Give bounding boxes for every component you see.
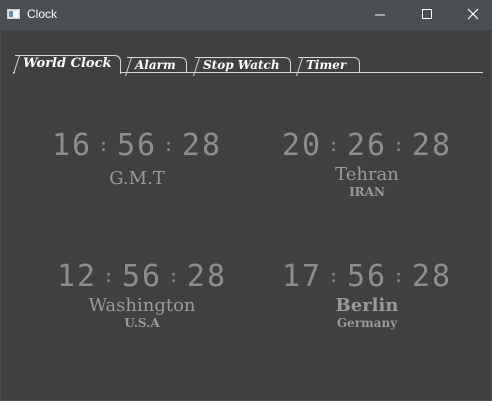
time-separator: :: [163, 135, 176, 156]
minutes: 26: [346, 128, 388, 163]
country-label: IRAN: [349, 185, 385, 199]
clock-window: Clock World Clock Alarm Stop Watch Timer: [0, 0, 492, 401]
tab-world-clock-label: World Clock: [23, 56, 112, 71]
seconds: 28: [411, 259, 453, 294]
time-separator: :: [98, 135, 111, 156]
country-label: Germany: [336, 316, 398, 330]
clock-gmt: 16:56:28 G.M.T: [37, 128, 237, 189]
close-button[interactable]: [449, 0, 492, 30]
clock-tehran: 20:26:28 Tehran IRAN: [267, 128, 467, 199]
city-label: G.M.T: [109, 168, 165, 189]
time-separator: :: [168, 266, 181, 287]
time-separator: :: [393, 135, 406, 156]
hours: 16: [51, 128, 93, 163]
maximize-icon: [422, 9, 432, 19]
close-icon: [467, 8, 479, 20]
clock-time: 12:56:28: [42, 259, 242, 294]
hours: 20: [281, 128, 323, 163]
minutes: 56: [121, 259, 163, 294]
seconds: 28: [181, 128, 223, 163]
time-separator: :: [103, 266, 116, 287]
tab-alarm-label: Alarm: [135, 58, 176, 72]
time-separator: :: [328, 135, 341, 156]
tab-timer-label: Timer: [306, 58, 347, 72]
clock-time: 17:56:28: [267, 259, 467, 294]
clock-washington: 12:56:28 Washington U.S.A: [42, 259, 242, 330]
tab-stop-watch-label: Stop Watch: [203, 58, 280, 72]
city-label: Tehran: [335, 164, 399, 185]
seconds: 28: [411, 128, 453, 163]
clock-time: 16:56:28: [37, 128, 237, 163]
country-label: U.S.A: [124, 316, 160, 330]
clock-time: 20:26:28: [267, 128, 467, 163]
tab-alarm[interactable]: Alarm: [127, 57, 187, 73]
title-bar[interactable]: Clock: [1, 0, 491, 30]
city-label: Berlin: [335, 295, 399, 316]
clock-berlin: 17:56:28 Berlin Germany: [267, 259, 467, 330]
maximize-button[interactable]: [403, 0, 449, 30]
seconds: 28: [186, 259, 228, 294]
time-separator: :: [393, 266, 406, 287]
hours: 17: [281, 259, 323, 294]
city-label: Washington: [88, 295, 196, 316]
tab-world-clock[interactable]: World Clock: [15, 55, 121, 74]
app-icon: [7, 9, 20, 19]
window-title: Clock: [27, 7, 58, 21]
minimize-icon: [375, 14, 385, 16]
tab-stop-watch[interactable]: Stop Watch: [195, 57, 291, 73]
minimize-button[interactable]: [357, 0, 403, 30]
time-separator: :: [328, 266, 341, 287]
hours: 12: [56, 259, 98, 294]
minutes: 56: [116, 128, 158, 163]
minutes: 56: [346, 259, 388, 294]
tab-timer[interactable]: Timer: [298, 57, 360, 73]
